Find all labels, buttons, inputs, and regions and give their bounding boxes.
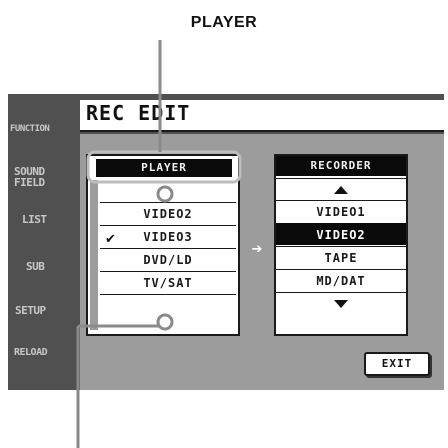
check-icon: ✔ [105, 232, 116, 247]
scroll-down-icon [334, 300, 348, 308]
recorder-scroll-down[interactable] [276, 292, 406, 314]
recorder-item-video1[interactable]: VIDEO1 [276, 200, 406, 222]
sidebar-item-function[interactable]: FUNCTION [10, 124, 80, 135]
recorder-item-video2[interactable]: VIDEO2 [276, 223, 406, 245]
exit-button[interactable]: EXIT [364, 352, 430, 376]
recorder-scroll-up[interactable] [276, 178, 406, 199]
player-scroll-down[interactable] [100, 294, 236, 314]
sidebar-item-label: SOUND FIELD [14, 165, 45, 189]
player-item-tv-sat[interactable]: TV/SAT [100, 271, 236, 293]
recorder-item-tape[interactable]: TAPE [276, 246, 406, 268]
player-item-video3[interactable]: VIDEO3 [100, 225, 236, 247]
player-list-header: PLAYER [96, 159, 232, 177]
player-item-dvd-ld[interactable]: DVD/LD [100, 248, 236, 270]
player-scroll-up[interactable] [100, 181, 236, 201]
recorder-list-header: RECORDER [276, 156, 406, 176]
page-title: REC EDIT [86, 101, 191, 125]
player-list-gutter [90, 180, 98, 330]
scroll-up-icon [334, 186, 348, 194]
sidebar-item-sound-field[interactable]: SOUND FIELD [14, 166, 84, 188]
sidebar-item-setup[interactable]: SETUP [15, 305, 85, 316]
sidebar-item-reload[interactable]: RELOAD [14, 347, 84, 358]
callout-title: PLAYER [190, 14, 258, 31]
arrow-right-icon: ➔ [251, 242, 263, 257]
recorder-item-md-dat[interactable]: MD/DAT [276, 269, 406, 291]
player-item-video2[interactable]: VIDEO2 [100, 202, 236, 224]
